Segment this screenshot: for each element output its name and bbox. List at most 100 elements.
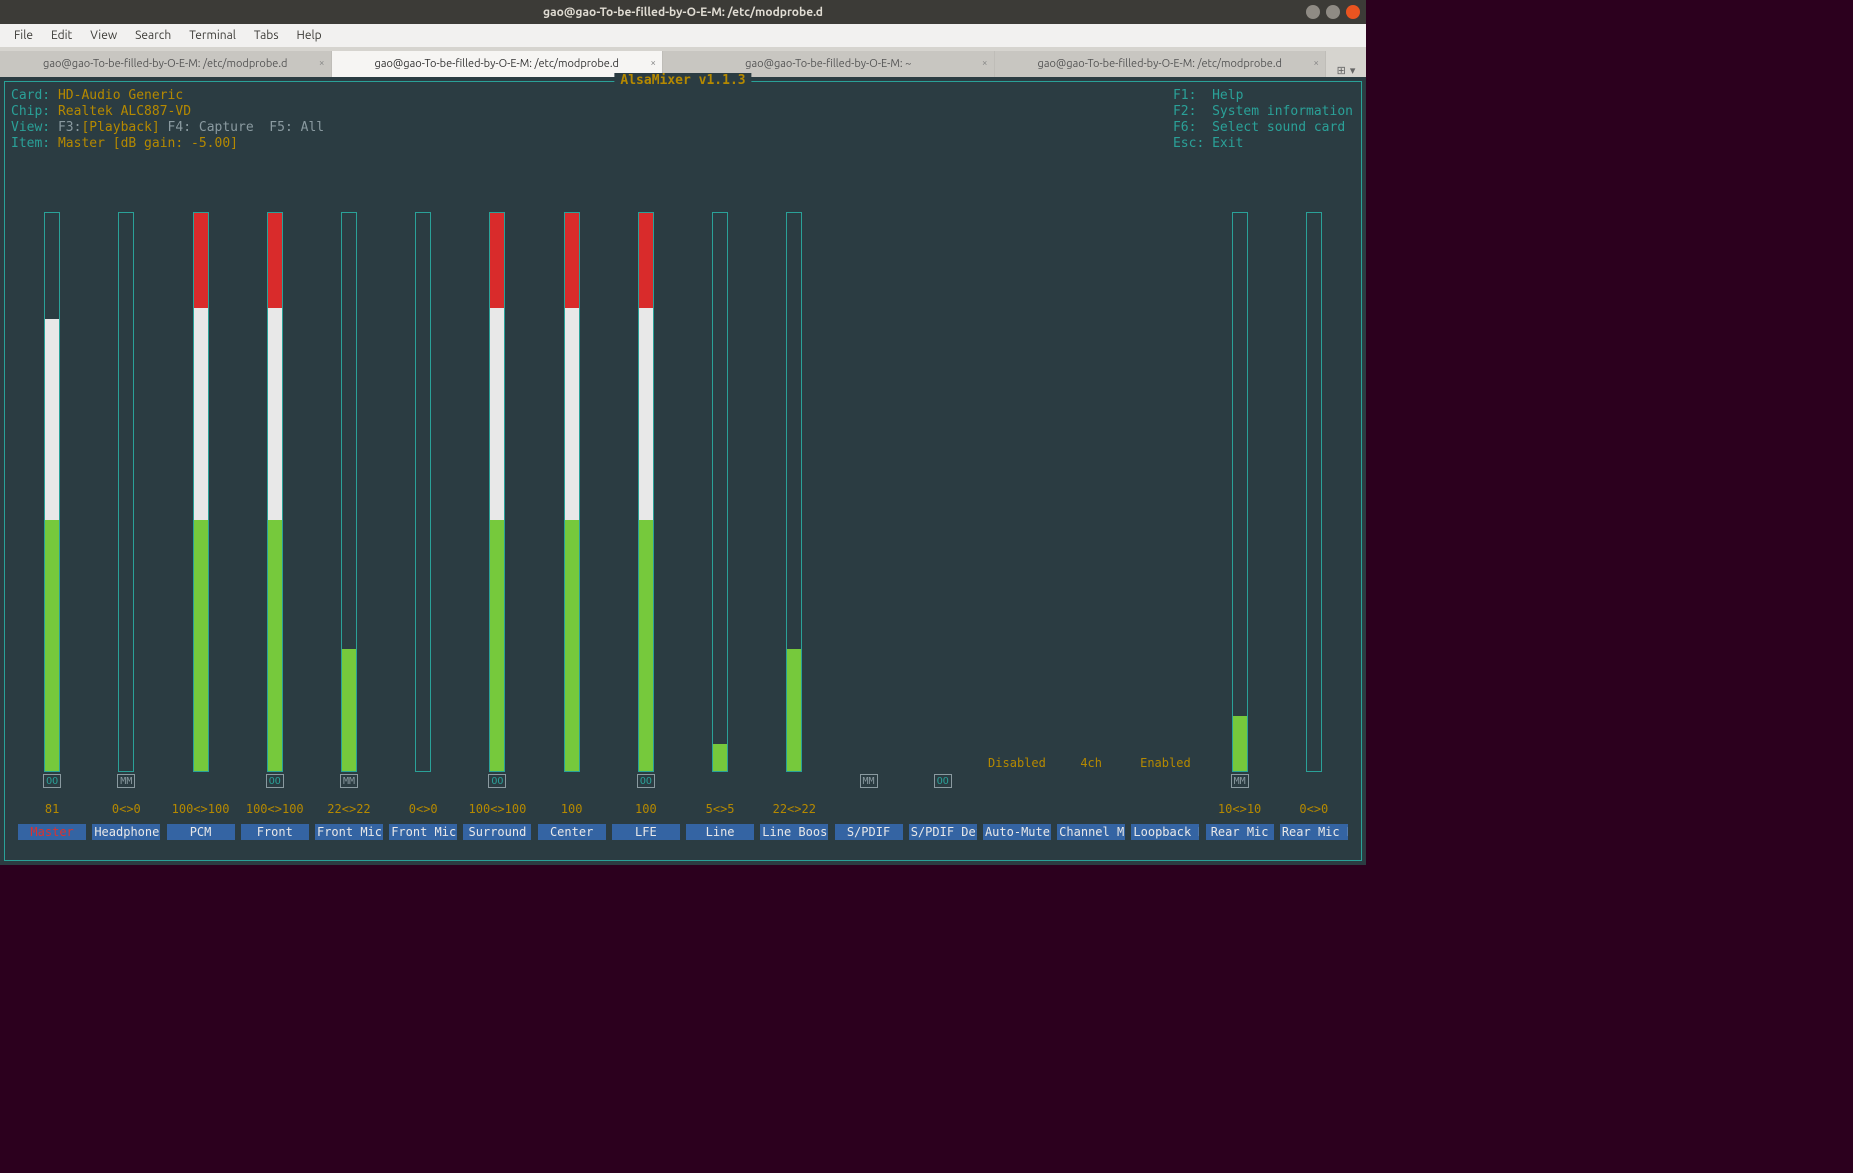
channel-name: Center — [538, 824, 606, 840]
mixer-channel[interactable]: 4ch — [1054, 212, 1128, 790]
volume-bar[interactable] — [415, 212, 431, 772]
mixer-channel[interactable]: OO — [238, 212, 312, 790]
mute-indicator[interactable]: OO — [488, 774, 506, 788]
enum-value: Enabled — [1140, 756, 1191, 770]
mixer-channel[interactable] — [535, 212, 609, 790]
terminal-tab[interactable]: gao@gao-To-be-filled-by-O-E-M: /etc/modp… — [995, 51, 1327, 77]
name-row: MasterHeadphonePCMFrontFront MicFront Mi… — [15, 824, 1351, 840]
close-icon[interactable] — [1346, 5, 1360, 19]
channel-name: PCM — [167, 824, 235, 840]
volume-bar[interactable] — [489, 212, 505, 772]
tab-close-icon[interactable]: × — [650, 57, 656, 68]
mixer-sliders: OO MM OO MM OO OO MM OO Disabled 4ch Enabled MM — [15, 212, 1351, 790]
value-row: 810<>0100<>100100<>10022<>220<>0100<>100… — [15, 802, 1351, 818]
mixer-channel[interactable] — [163, 212, 237, 790]
menu-edit[interactable]: Edit — [43, 27, 80, 44]
alsamixer-title: AlsaMixer v1.1.3 — [614, 73, 751, 88]
channel-value: 100<>100 — [469, 802, 527, 818]
mixer-channel[interactable]: Enabled — [1128, 212, 1202, 790]
channel-name: Front Mic — [315, 824, 383, 840]
mixer-channel[interactable]: Disabled — [980, 212, 1054, 790]
mixer-channel[interactable] — [1277, 212, 1351, 790]
menu-file[interactable]: File — [6, 27, 41, 44]
channel-value — [1140, 802, 1190, 818]
mute-indicator[interactable]: OO — [637, 774, 655, 788]
maximize-icon[interactable] — [1326, 5, 1340, 19]
menu-help[interactable]: Help — [289, 27, 330, 44]
mixer-channel[interactable]: OO — [15, 212, 89, 790]
channel-name: Line — [686, 824, 754, 840]
terminal-area[interactable]: AlsaMixer v1.1.3 Card: HD-Audio Generic … — [0, 77, 1366, 865]
channel-name: Headphone — [92, 824, 160, 840]
channel-value: 100 — [621, 802, 671, 818]
volume-bar[interactable] — [1306, 212, 1322, 772]
tab-close-icon[interactable]: × — [982, 57, 988, 68]
minimize-icon[interactable] — [1306, 5, 1320, 19]
mute-indicator[interactable]: MM — [340, 774, 358, 788]
mute-indicator[interactable]: OO — [266, 774, 284, 788]
info-left: Card: HD-Audio Generic Chip: Realtek ALC… — [11, 88, 324, 152]
volume-bar[interactable] — [44, 212, 60, 772]
channel-value: 0<>0 — [101, 802, 151, 818]
volume-bar[interactable] — [1232, 212, 1248, 772]
channel-name: Rear Mic B — [1280, 824, 1348, 840]
mixer-channel[interactable]: OO — [609, 212, 683, 790]
enum-value: 4ch — [1080, 756, 1102, 770]
mixer-channel[interactable]: OO — [460, 212, 534, 790]
channel-name: Front — [241, 824, 309, 840]
tab-label: gao@gao-To-be-filled-by-O-E-M: ~ — [745, 58, 911, 70]
volume-bar[interactable] — [786, 212, 802, 772]
tab-close-icon[interactable]: × — [319, 57, 325, 68]
channel-name: Loopback M — [1131, 824, 1199, 840]
mute-indicator[interactable]: OO — [43, 774, 61, 788]
mute-indicator[interactable]: MM — [860, 774, 878, 788]
channel-name: S/PDIF Def — [909, 824, 977, 840]
channel-name: LFE — [612, 824, 680, 840]
tab-menu-icon[interactable]: ▾ — [1350, 64, 1356, 77]
mute-indicator[interactable]: MM — [1231, 774, 1249, 788]
window-title: gao@gao-To-be-filled-by-O-E-M: /etc/modp… — [543, 6, 823, 19]
channel-value — [992, 802, 1042, 818]
menu-search[interactable]: Search — [127, 27, 179, 44]
channel-value: 100<>100 — [172, 802, 230, 818]
channel-value: 22<>22 — [324, 802, 374, 818]
terminal-tab[interactable]: gao@gao-To-be-filled-by-O-E-M: /etc/modp… — [332, 51, 664, 77]
window-titlebar: gao@gao-To-be-filled-by-O-E-M: /etc/modp… — [0, 0, 1366, 24]
new-tab-icon[interactable]: ⊞ — [1337, 64, 1346, 77]
tab-label: gao@gao-To-be-filled-by-O-E-M: /etc/modp… — [1038, 58, 1282, 70]
mixer-channel[interactable]: MM — [1203, 212, 1277, 790]
mixer-channel[interactable]: MM — [831, 212, 905, 790]
channel-value: 81 — [27, 802, 77, 818]
volume-bar[interactable] — [712, 212, 728, 772]
channel-name: Master — [18, 824, 86, 840]
mixer-channel[interactable]: OO — [906, 212, 980, 790]
channel-name: Rear Mic — [1206, 824, 1274, 840]
channel-value: 0<>0 — [398, 802, 448, 818]
volume-bar[interactable] — [118, 212, 134, 772]
channel-value: 100 — [547, 802, 597, 818]
tab-close-icon[interactable]: × — [1313, 57, 1319, 68]
mixer-channel[interactable]: MM — [89, 212, 163, 790]
terminal-tab[interactable]: gao@gao-To-be-filled-by-O-E-M: /etc/modp… — [0, 51, 332, 77]
volume-bar[interactable] — [267, 212, 283, 772]
menu-view[interactable]: View — [82, 27, 125, 44]
mixer-channel[interactable] — [683, 212, 757, 790]
volume-bar[interactable] — [638, 212, 654, 772]
tab-label: gao@gao-To-be-filled-by-O-E-M: /etc/modp… — [375, 58, 619, 70]
mute-indicator[interactable]: MM — [117, 774, 135, 788]
channel-value: 10<>10 — [1215, 802, 1265, 818]
mixer-channel[interactable] — [386, 212, 460, 790]
channel-value — [918, 802, 968, 818]
menu-terminal[interactable]: Terminal — [181, 27, 244, 44]
channel-name: Auto-Mute — [983, 824, 1051, 840]
mixer-channel[interactable]: MM — [312, 212, 386, 790]
volume-bar[interactable] — [564, 212, 580, 772]
volume-bar[interactable] — [341, 212, 357, 772]
channel-value: 0<>0 — [1289, 802, 1339, 818]
channel-name: S/PDIF — [835, 824, 903, 840]
menu-tabs[interactable]: Tabs — [246, 27, 287, 44]
mixer-channel[interactable] — [757, 212, 831, 790]
volume-bar[interactable] — [193, 212, 209, 772]
mute-indicator[interactable]: OO — [934, 774, 952, 788]
channel-name: Line Boost — [760, 824, 828, 840]
